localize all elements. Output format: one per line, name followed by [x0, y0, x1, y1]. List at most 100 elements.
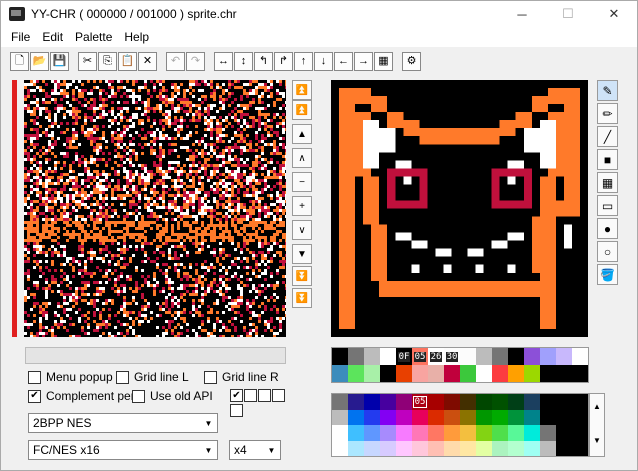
scroll-top-button[interactable]: ⏫: [292, 80, 312, 100]
nes-color-swatch[interactable]: [348, 409, 364, 425]
grid-line-r-box[interactable]: [204, 370, 217, 384]
palette-swatch[interactable]: [524, 348, 540, 365]
circle-fill-tool-button[interactable]: ●: [597, 218, 618, 239]
palette-swatch[interactable]: [572, 348, 588, 365]
current-palette-set[interactable]: 0F 05 26 30: [331, 347, 589, 383]
nes-color-swatch[interactable]: [492, 409, 508, 425]
rotate-right-button[interactable]: ↱: [274, 51, 293, 71]
palette-scrollbar[interactable]: ▲ ▼: [589, 393, 605, 457]
minimize-button[interactable]: ─: [499, 1, 545, 27]
nes-color-swatch[interactable]: [428, 440, 444, 456]
scroll-plus-button[interactable]: +: [292, 196, 312, 216]
grid-line-r-checkbox[interactable]: Grid line R: [204, 370, 279, 384]
extra-checkbox-5[interactable]: [230, 404, 243, 417]
palette-swatch[interactable]: [540, 348, 556, 365]
nes-color-swatch[interactable]: [396, 394, 412, 410]
palette-swatch[interactable]: [508, 348, 524, 365]
format-select[interactable]: 2BPP NES ▼: [28, 413, 218, 433]
palette-swatch[interactable]: [492, 365, 508, 382]
palette-swatch[interactable]: 30: [444, 348, 460, 365]
scroll-page-up-button[interactable]: ▲: [292, 124, 312, 144]
pencil-tool-button[interactable]: ✏: [597, 103, 618, 124]
nes-color-swatch[interactable]: [540, 425, 556, 441]
scroll-page-down-button[interactable]: ▼: [292, 244, 312, 264]
nes-color-swatch[interactable]: [396, 440, 412, 456]
extra-checkbox-2[interactable]: [244, 389, 257, 402]
nes-color-swatch[interactable]: [524, 425, 540, 441]
rotate-left-button[interactable]: ↰: [254, 51, 273, 71]
palette-swatch[interactable]: [508, 365, 524, 382]
palette-swatch[interactable]: 26: [428, 348, 444, 365]
nes-color-swatch[interactable]: [508, 409, 524, 425]
scroll-up-arrow-icon[interactable]: ▲: [590, 402, 604, 411]
palette-swatch[interactable]: [428, 365, 444, 382]
cut-button[interactable]: ✂: [78, 51, 97, 71]
nes-color-swatch[interactable]: [444, 425, 460, 441]
redo-button[interactable]: ↷: [186, 51, 205, 71]
scroll-down-arrow-icon[interactable]: ▼: [590, 436, 604, 445]
palette-swatch[interactable]: [396, 365, 412, 382]
menu-palette[interactable]: Palette: [69, 30, 118, 44]
palette-swatch[interactable]: [348, 365, 364, 382]
nes-color-swatch[interactable]: [332, 440, 348, 456]
nes-color-swatch[interactable]: [428, 394, 444, 410]
pattern-select[interactable]: FC/NES x16 ▼: [28, 440, 218, 460]
nes-color-swatch[interactable]: [460, 440, 476, 456]
use-old-api-checkbox[interactable]: Use old API: [132, 389, 213, 403]
copy-button[interactable]: ⎘: [98, 51, 117, 71]
nes-color-swatch[interactable]: [348, 425, 364, 441]
nes-color-swatch[interactable]: [380, 425, 396, 441]
nes-color-swatch[interactable]: [572, 394, 588, 410]
nes-color-swatch[interactable]: [412, 409, 428, 425]
nes-color-swatch[interactable]: [428, 409, 444, 425]
flip-horizontal-button[interactable]: ↔: [214, 51, 233, 71]
nes-color-swatch[interactable]: [524, 409, 540, 425]
palette-swatch[interactable]: [492, 348, 508, 365]
nes-color-swatch[interactable]: [492, 394, 508, 410]
nes-color-swatch[interactable]: [364, 440, 380, 456]
nes-color-swatch[interactable]: [348, 394, 364, 410]
grid-line-l-checkbox[interactable]: Grid line L: [116, 370, 189, 384]
shift-up-button[interactable]: ↑: [294, 51, 313, 71]
zoom-select[interactable]: x4 ▼: [229, 440, 281, 460]
nes-color-swatch[interactable]: [476, 440, 492, 456]
tile-sheet-view[interactable]: [24, 80, 286, 337]
settings-button[interactable]: ⚙: [402, 51, 421, 71]
palette-swatch[interactable]: [556, 365, 572, 382]
pen-tool-button[interactable]: ✎: [597, 80, 618, 101]
palette-swatch[interactable]: [332, 365, 348, 382]
nes-color-swatch[interactable]: [412, 425, 428, 441]
pattern-fill-tool-button[interactable]: ▦: [597, 172, 618, 193]
nes-color-swatch[interactable]: [444, 409, 460, 425]
nes-color-swatch[interactable]: [572, 409, 588, 425]
palette-swatch[interactable]: [380, 348, 396, 365]
palette-swatch[interactable]: [476, 348, 492, 365]
palette-swatch[interactable]: [476, 365, 492, 382]
nes-color-swatch[interactable]: [460, 425, 476, 441]
nes-color-swatch[interactable]: [556, 425, 572, 441]
palette-swatch[interactable]: [444, 365, 460, 382]
palette-swatch[interactable]: [380, 365, 396, 382]
shift-down-button[interactable]: ↓: [314, 51, 333, 71]
nes-color-swatch[interactable]: [332, 409, 348, 425]
menu-file[interactable]: File: [5, 30, 36, 44]
scroll-page-down-fast-button[interactable]: ⏬: [292, 266, 312, 286]
palette-swatch[interactable]: [524, 365, 540, 382]
scroll-up-button[interactable]: ∧: [292, 148, 312, 168]
nes-color-swatch[interactable]: [524, 440, 540, 456]
flip-vertical-button[interactable]: ↕: [234, 51, 253, 71]
menu-edit[interactable]: Edit: [36, 30, 69, 44]
close-button[interactable]: ✕: [591, 1, 637, 27]
nes-color-swatch[interactable]: [396, 409, 412, 425]
rect-outline-tool-button[interactable]: ▭: [597, 195, 618, 216]
menu-help[interactable]: Help: [118, 30, 155, 44]
scroll-bottom-button[interactable]: ⏬: [292, 288, 312, 308]
complement-pen-box[interactable]: ✔: [28, 389, 41, 403]
palette-swatch[interactable]: [572, 365, 588, 382]
nes-color-swatch[interactable]: [476, 394, 492, 410]
nes-color-swatch[interactable]: [492, 425, 508, 441]
nes-color-swatch[interactable]: [540, 394, 556, 410]
circle-outline-tool-button[interactable]: ○: [597, 241, 618, 262]
color-replace-button[interactable]: ▦: [374, 51, 393, 71]
nes-color-swatch[interactable]: [332, 425, 348, 441]
